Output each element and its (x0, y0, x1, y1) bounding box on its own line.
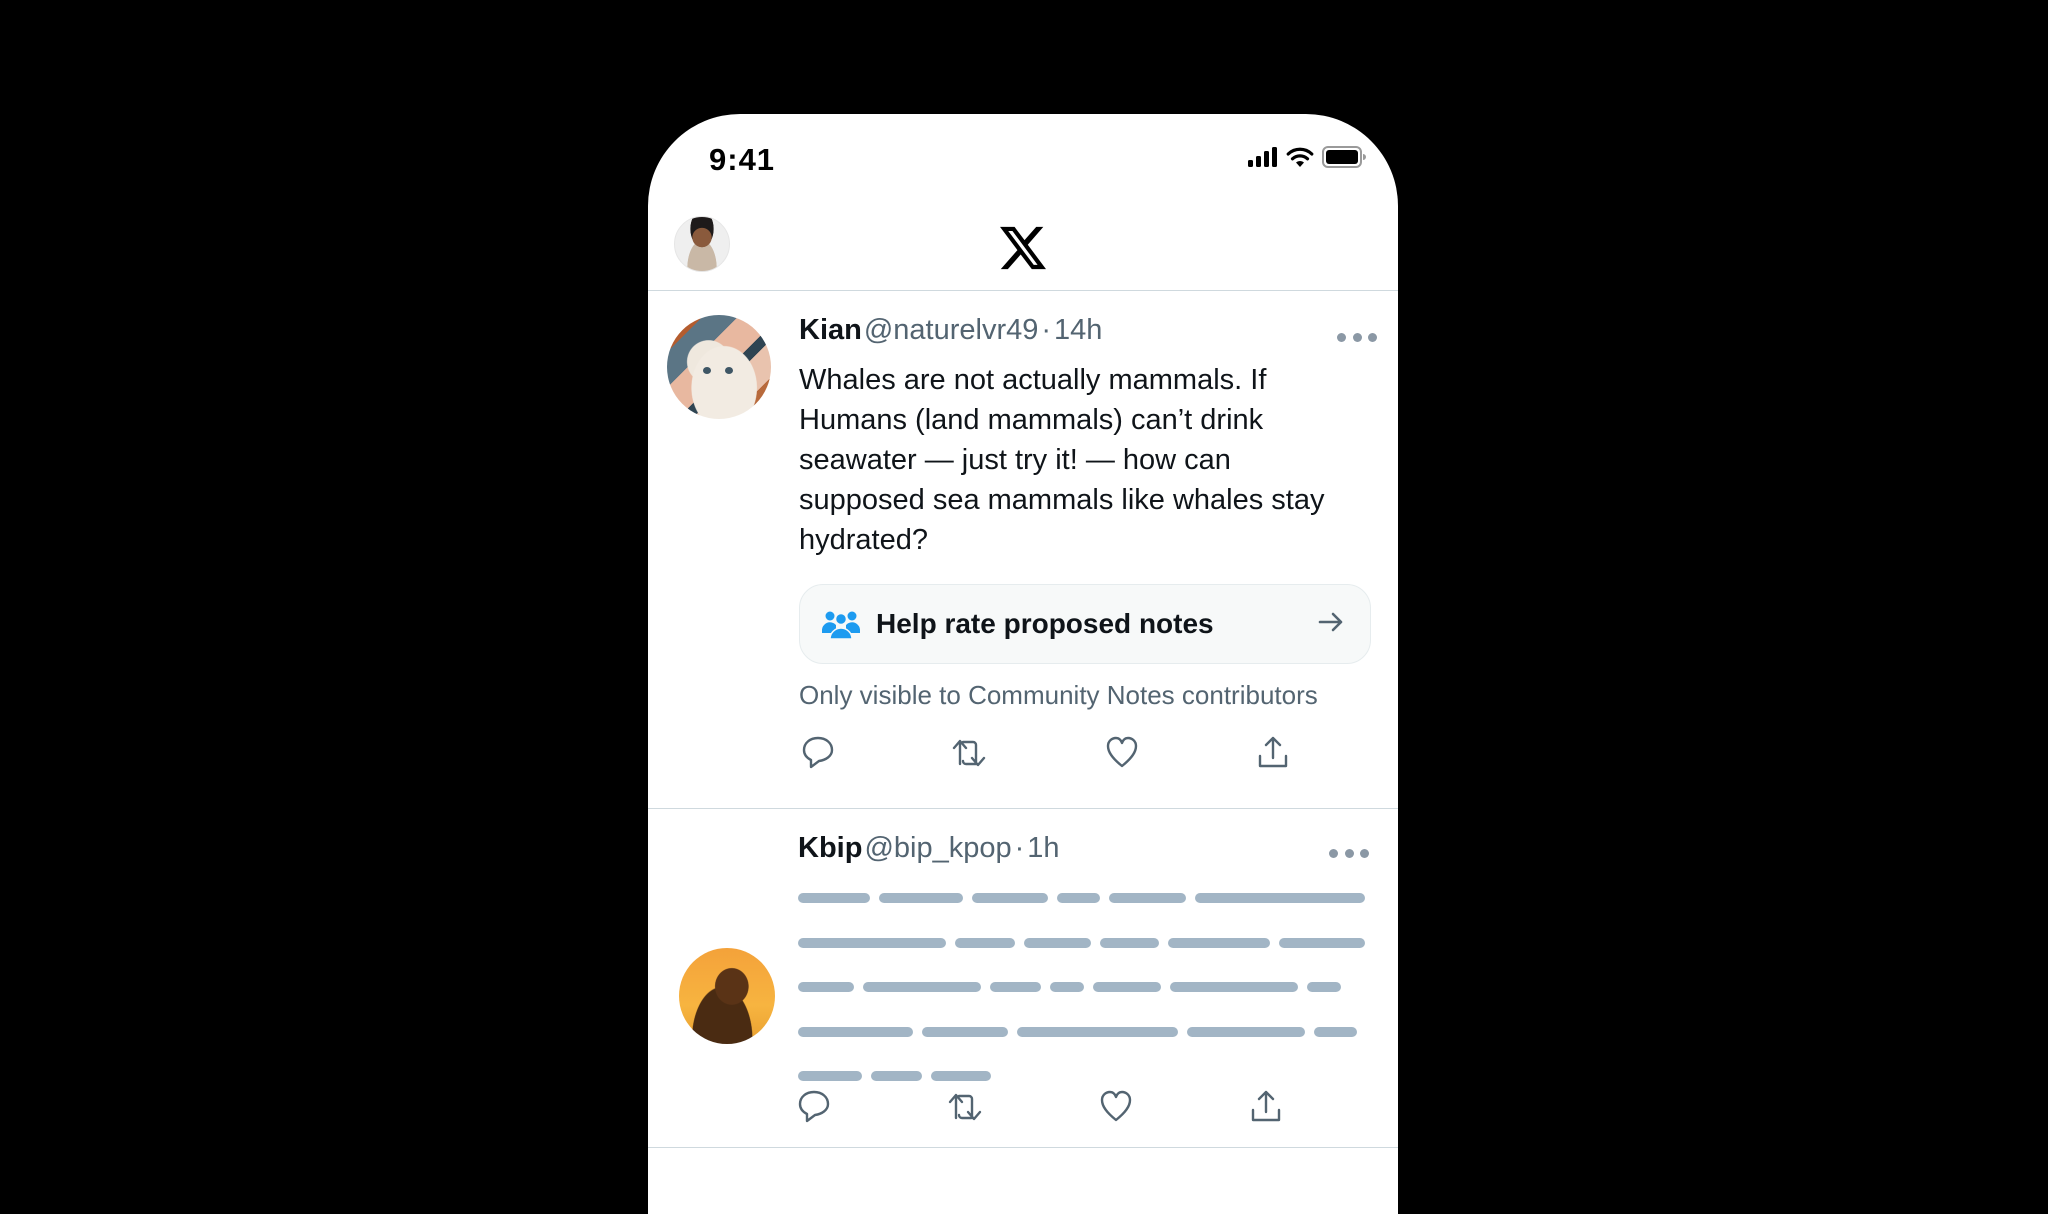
skeleton-bar (1168, 937, 1270, 948)
visibility-note: Only visible to Community Notes contribu… (799, 680, 1318, 710)
skeleton-bar (863, 982, 981, 992)
wifi-icon (1286, 147, 1314, 167)
skeleton-bar (1093, 982, 1161, 992)
more-options-icon[interactable] (1329, 849, 1369, 859)
author-handle[interactable]: @naturelvr49 (864, 314, 1039, 347)
status-icons (1248, 146, 1366, 168)
skeleton-bar (1057, 893, 1100, 903)
skeleton-bar (1195, 893, 1365, 903)
help-rate-notes-label: Help rate proposed notes (876, 608, 1214, 639)
separator-dot: · (1014, 832, 1025, 864)
share-icon[interactable] (1255, 734, 1291, 770)
skeleton-bar (955, 937, 1015, 948)
repost-icon[interactable] (951, 734, 987, 770)
skeleton-bar (798, 1071, 862, 1081)
repost-icon[interactable] (947, 1088, 983, 1124)
tweet-header: Kbip @bip_kpop · 1h (798, 832, 1060, 865)
people-icon (822, 611, 860, 639)
skeleton-bar (1279, 937, 1365, 948)
more-options-icon[interactable] (1337, 333, 1377, 343)
tweet-time[interactable]: 14h (1054, 314, 1102, 347)
tweet-header: Kian @naturelvr49 · 14h (799, 314, 1102, 347)
profile-avatar-button[interactable] (674, 216, 730, 272)
skeleton-bar (972, 893, 1048, 903)
status-time: 9:41 (709, 142, 776, 177)
tweet-author-avatar[interactable] (667, 315, 771, 419)
skeleton-bar (798, 1026, 913, 1037)
skeleton-bar (1187, 1026, 1305, 1037)
share-icon[interactable] (1248, 1088, 1284, 1124)
skeleton-bar (1109, 893, 1186, 903)
tweet-divider (648, 808, 1398, 809)
skeleton-bar (990, 982, 1041, 992)
skeleton-bar (1024, 937, 1091, 948)
author-name[interactable]: Kbip (798, 832, 862, 865)
reply-icon[interactable] (800, 734, 836, 770)
like-icon[interactable] (1104, 734, 1140, 770)
skeleton-bar (1017, 1026, 1178, 1037)
help-rate-notes-button[interactable]: Help rate proposed notes (799, 584, 1371, 664)
skeleton-bar (1170, 982, 1298, 992)
skeleton-bar (1314, 1026, 1357, 1037)
author-handle[interactable]: @bip_kpop (864, 832, 1011, 865)
author-name[interactable]: Kian (799, 314, 862, 347)
skeleton-bar (798, 937, 946, 948)
tweet-time[interactable]: 1h (1027, 832, 1059, 865)
skeleton-bar (1050, 982, 1084, 992)
arrow-right-icon (1318, 612, 1343, 632)
battery-icon (1322, 146, 1366, 168)
skeleton-bar (1100, 937, 1159, 948)
reply-icon[interactable] (796, 1088, 832, 1124)
skeleton-bar (879, 893, 963, 903)
phone-screen: 9:41 Kian @naturelvr49 · 14h Whales are … (648, 114, 1398, 1214)
avatar-eye (725, 367, 733, 374)
skeleton-bar (931, 1071, 991, 1081)
skeleton-bar (798, 982, 854, 992)
header-divider (648, 290, 1398, 291)
separator-dot: · (1041, 314, 1052, 346)
skeleton-bar (871, 1071, 922, 1081)
skeleton-bar (1307, 982, 1341, 992)
x-logo-icon[interactable] (1000, 226, 1046, 270)
like-icon[interactable] (1098, 1088, 1134, 1124)
cellular-signal-icon (1248, 147, 1277, 167)
skeleton-bar (798, 893, 870, 903)
tweet-divider (648, 1147, 1398, 1148)
skeleton-bar (922, 1026, 1008, 1037)
tweet-body: Whales are not actually mammals. If Huma… (799, 364, 1325, 556)
avatar-eye (703, 367, 711, 374)
tweet-author-avatar[interactable] (679, 948, 775, 1044)
